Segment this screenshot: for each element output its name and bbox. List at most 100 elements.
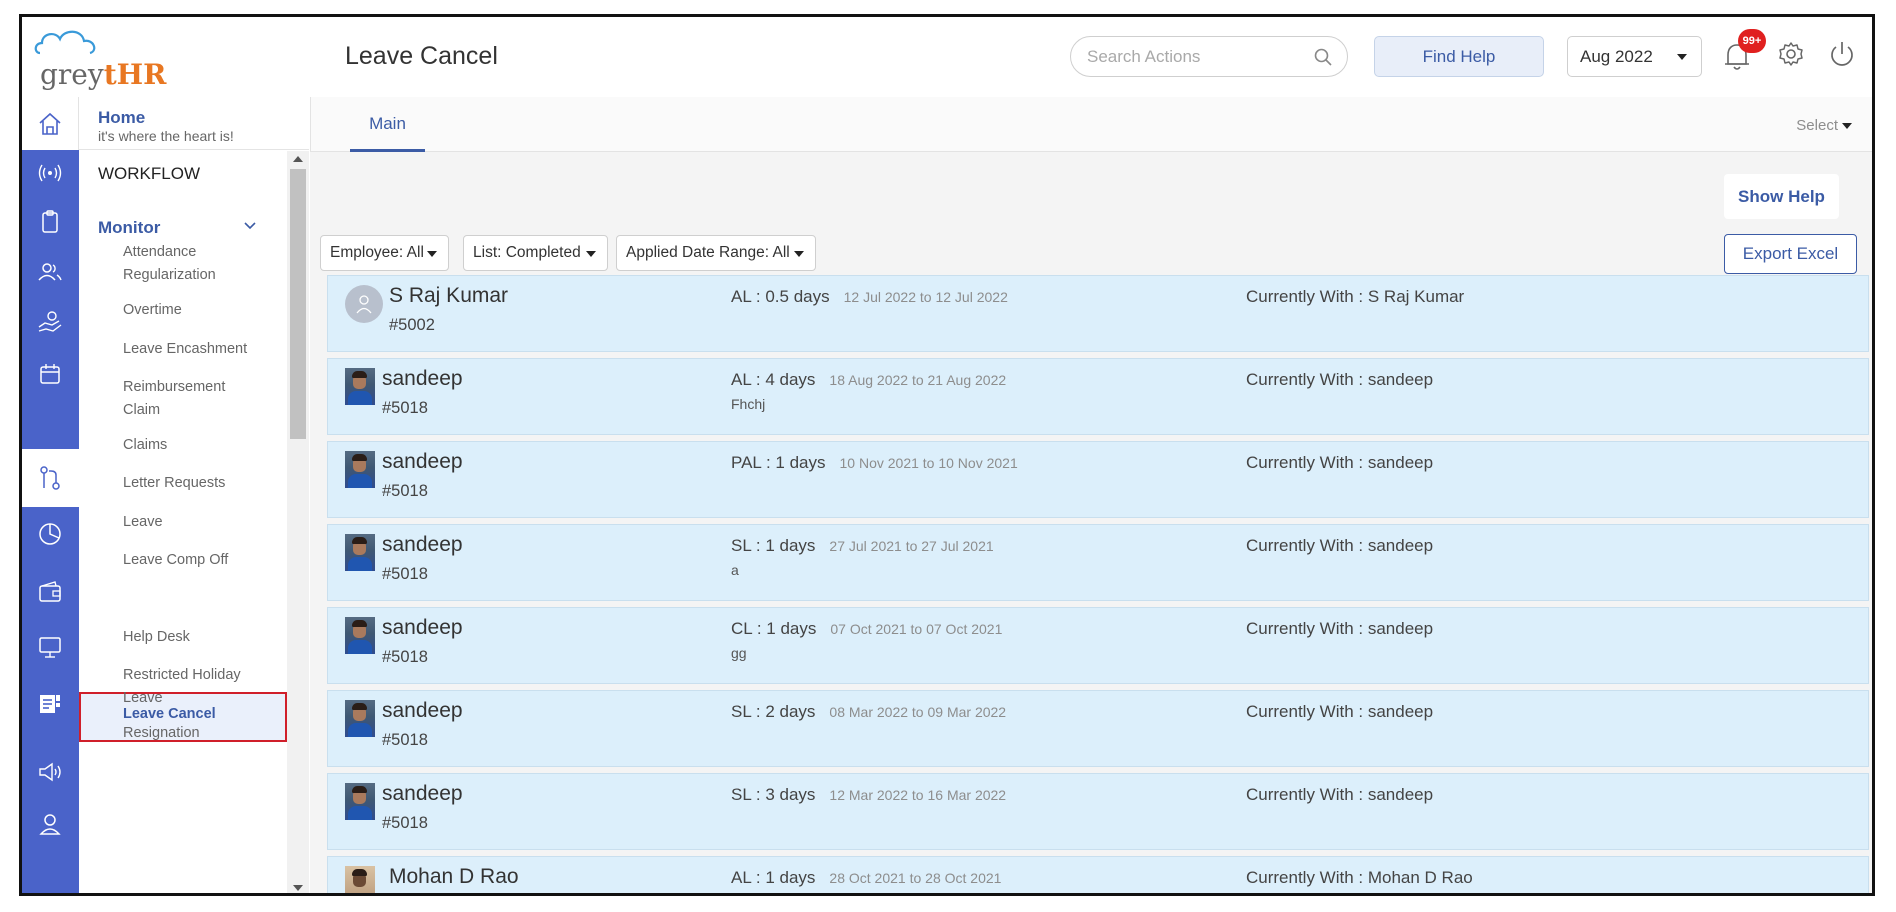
monitor-group-toggle[interactable]: Monitor: [98, 218, 160, 238]
employee-filter-label: Employee: All: [330, 244, 424, 261]
currently-with: Currently With : sandeep: [1246, 453, 1434, 472]
clipboard-icon[interactable]: [35, 207, 65, 237]
leave-dates: 27 Jul 2021 to 27 Jul 2021: [829, 538, 994, 554]
select-dropdown[interactable]: Select: [1796, 117, 1852, 134]
avatar: [345, 368, 375, 405]
leave-summary: AL : 0.5 days 12 Jul 2022 to 12 Jul 2022: [731, 287, 1008, 307]
menu-item-restricted-holiday-leave[interactable]: Restricted Holiday Leave: [123, 664, 283, 710]
megaphone-icon[interactable]: [35, 757, 65, 787]
leave-cancel-row[interactable]: sandeep #5018 PAL : 1 days 10 Nov 2021 to…: [327, 441, 1869, 518]
workflow-heading: WORKFLOW: [98, 164, 200, 183]
employee-name[interactable]: sandeep: [382, 699, 463, 723]
user-icon[interactable]: [35, 809, 65, 839]
employee-name[interactable]: sandeep: [382, 450, 463, 474]
main-content: Show Help Employee: All List: Completed …: [310, 152, 1872, 893]
employee-name[interactable]: Mohan D Rao: [389, 865, 519, 889]
leave-type-days: PAL : 1 days: [731, 453, 826, 472]
menu-item-leave[interactable]: Leave: [123, 511, 283, 534]
home-title[interactable]: Home: [98, 108, 145, 128]
pie-chart-icon[interactable]: [35, 519, 65, 549]
home-icon[interactable]: [35, 109, 65, 139]
menu-item-help-desk[interactable]: Help Desk: [123, 626, 283, 649]
scroll-up-arrow-icon[interactable]: [293, 156, 303, 162]
search-icon[interactable]: [1313, 47, 1333, 67]
search-actions-box[interactable]: [1070, 36, 1348, 77]
menu-item-attendance-regularization[interactable]: Attendance Regularization: [123, 241, 283, 287]
employee-name[interactable]: sandeep: [382, 533, 463, 557]
leave-cancel-row[interactable]: sandeep #5018 SL : 2 days 08 Mar 2022 to …: [327, 690, 1869, 767]
top-bar: greytHR Leave Cancel Find Help Aug 2022 …: [22, 17, 1872, 97]
leave-summary: SL : 2 days 08 Mar 2022 to 09 Mar 2022: [731, 702, 1006, 722]
month-selector[interactable]: Aug 2022: [1567, 36, 1702, 77]
leave-cancel-row[interactable]: Mohan D Rao AL : 1 days 28 Oct 2021 to 28…: [327, 856, 1869, 893]
gear-icon[interactable]: [1776, 37, 1806, 71]
leave-cancel-row[interactable]: sandeep #5018 SL : 3 days 12 Mar 2022 to …: [327, 773, 1869, 850]
document-icon[interactable]: [35, 689, 65, 719]
menu-item-overtime[interactable]: Overtime: [123, 299, 283, 322]
side-menu-scrollbar[interactable]: [287, 151, 309, 893]
employee-id: #5018: [382, 731, 428, 749]
leave-dates: 18 Aug 2022 to 21 Aug 2022: [829, 372, 1007, 388]
leave-cancel-row[interactable]: sandeep #5018 SL : 1 days 27 Jul 2021 to …: [327, 524, 1869, 601]
menu-item-claims[interactable]: Claims: [123, 434, 283, 457]
employee-name[interactable]: sandeep: [382, 367, 463, 391]
employee-id: #5018: [382, 565, 428, 583]
scrollbar-thumb[interactable]: [290, 169, 306, 439]
date-range-filter-dropdown[interactable]: Applied Date Range: All: [616, 235, 816, 271]
employee-id: #5018: [382, 399, 428, 417]
leave-cancel-row[interactable]: sandeep #5018 CL : 1 days 07 Oct 2021 to …: [327, 607, 1869, 684]
currently-with: Currently With : S Raj Kumar: [1246, 287, 1465, 306]
employee-name[interactable]: sandeep: [382, 616, 463, 640]
chevron-down-icon[interactable]: [241, 217, 259, 235]
menu-item-leave-comp-off[interactable]: Leave Comp Off: [123, 549, 283, 572]
calendar-icon[interactable]: [35, 359, 65, 389]
menu-item-letter-requests[interactable]: Letter Requests: [123, 472, 283, 495]
power-icon[interactable]: [1827, 37, 1857, 71]
monitor-icon[interactable]: [35, 632, 65, 662]
page-title: Leave Cancel: [345, 42, 498, 70]
menu-item-resignation[interactable]: Resignation: [123, 722, 283, 745]
avatar: [345, 866, 375, 893]
hand-coin-icon[interactable]: [35, 307, 65, 337]
leave-cancel-row[interactable]: S Raj Kumar #5002 AL : 0.5 days 12 Jul 20…: [327, 275, 1869, 352]
show-help-button[interactable]: Show Help: [1724, 174, 1839, 219]
home-subtitle: it's where the heart is!: [98, 128, 234, 144]
leave-summary: SL : 3 days 12 Mar 2022 to 16 Mar 2022: [731, 785, 1006, 805]
find-help-button[interactable]: Find Help: [1374, 36, 1544, 77]
currently-with: Currently With : sandeep: [1246, 370, 1434, 389]
export-excel-button[interactable]: Export Excel: [1724, 234, 1857, 274]
side-menu: WORKFLOW Monitor Attendance Regularizati…: [79, 151, 309, 893]
employee-filter-dropdown[interactable]: Employee: All: [320, 235, 449, 271]
app-window: greytHR Leave Cancel Find Help Aug 2022 …: [19, 14, 1875, 896]
scroll-down-arrow-icon[interactable]: [293, 885, 303, 891]
employee-name[interactable]: sandeep: [382, 782, 463, 806]
menu-item-leave-encashment[interactable]: Leave Encashment: [123, 338, 283, 361]
workflow-icon[interactable]: [35, 463, 65, 493]
leave-cancel-row[interactable]: sandeep #5018 AL : 4 days 18 Aug 2022 to …: [327, 358, 1869, 435]
search-input[interactable]: [1087, 46, 1307, 68]
leave-dates: 08 Mar 2022 to 09 Mar 2022: [829, 704, 1007, 720]
tab-bar: Main Select: [310, 97, 1872, 152]
greythr-logo[interactable]: greytHR: [28, 27, 188, 93]
leave-summary: SL : 1 days 27 Jul 2021 to 27 Jul 2021: [731, 536, 994, 556]
rail-active-tile[interactable]: [22, 449, 79, 507]
people-icon[interactable]: [35, 257, 65, 287]
employee-name[interactable]: S Raj Kumar: [389, 284, 508, 308]
notification-badge[interactable]: 99+: [1738, 29, 1766, 53]
left-icon-rail: [22, 97, 79, 893]
leave-reason: gg: [731, 645, 747, 661]
menu-item-reimbursement-claim[interactable]: Reimbursement Claim: [123, 376, 283, 422]
broadcast-icon[interactable]: [35, 158, 65, 188]
avatar: [345, 700, 375, 737]
person-placeholder-icon: [356, 295, 372, 314]
wallet-icon[interactable]: [35, 577, 65, 607]
leave-type-days: CL : 1 days: [731, 619, 817, 638]
rail-home-tile[interactable]: [22, 97, 79, 150]
employee-id: #5002: [389, 316, 435, 334]
leave-dates: 28 Oct 2021 to 28 Oct 2021: [829, 870, 1002, 886]
home-link[interactable]: Home it's where the heart is!: [79, 97, 309, 150]
leave-dates: 12 Mar 2022 to 16 Mar 2022: [829, 787, 1007, 803]
list-filter-dropdown[interactable]: List: Completed: [463, 235, 608, 271]
avatar: [345, 534, 375, 571]
tab-main[interactable]: Main: [350, 97, 425, 152]
